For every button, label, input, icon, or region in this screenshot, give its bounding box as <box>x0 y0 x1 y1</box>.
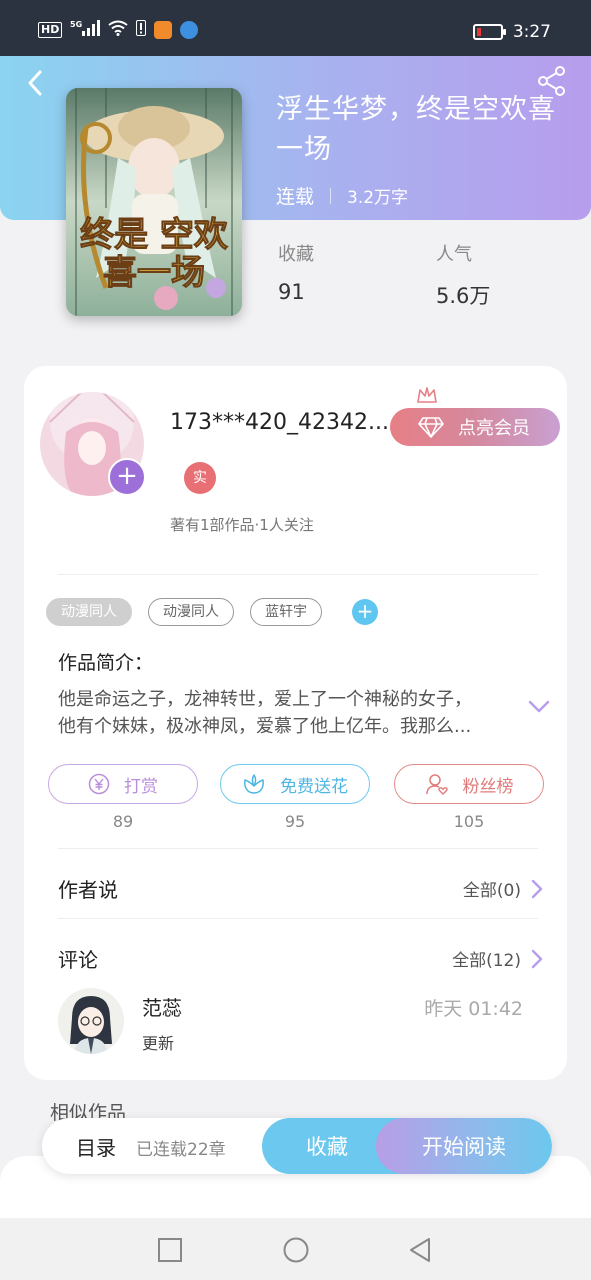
tag-item[interactable]: 动漫同人 <box>46 598 132 626</box>
reward-label: 打赏 <box>124 776 158 797</box>
home-icon[interactable] <box>282 1236 310 1264</box>
status-time: 3:27 <box>512 22 551 42</box>
favorite-label: 收藏 <box>306 1135 348 1159</box>
start-reading-button[interactable]: 开始阅读 <box>376 1118 552 1174</box>
status-left: HD 5G <box>38 20 199 39</box>
status-bar: HD 5G 3:27 <box>0 0 591 56</box>
vip-button[interactable]: 点亮会员 <box>390 408 560 446</box>
tag-list: 动漫同人 动漫同人 蓝轩宇 + <box>46 598 378 626</box>
bottom-action-bar: 目录 已连载22章 收藏 开始阅读 <box>42 1118 552 1174</box>
divider <box>58 574 538 575</box>
stat-favorites: 收藏 91 <box>278 240 314 304</box>
author-says-all: 全部(0) <box>462 881 521 901</box>
chevron-right-icon <box>531 879 543 898</box>
fan-count: 105 <box>453 812 485 831</box>
flower-label: 免费送花 <box>280 776 348 797</box>
vip-label: 点亮会员 <box>458 418 530 439</box>
app-icon-2 <box>180 20 199 39</box>
follow-author-button[interactable]: + <box>108 458 146 496</box>
chapter-count: 已连载22章 <box>136 1140 226 1160</box>
app-icon <box>154 20 173 39</box>
fan-label: 粉丝榜 <box>462 776 514 797</box>
intro-line: 他有个妹妹，极冰神凤，爱慕了他上亿年。我那么... <box>58 716 472 737</box>
wifi-icon <box>108 20 128 39</box>
intro-text: 他是命运之子，龙神转世，爱上了一个神秘的女子， 他有个妹妹，极冰神凤，爱慕了他上… <box>58 686 508 740</box>
commenter-illustration <box>58 988 124 1054</box>
reward-count: 89 <box>112 812 134 831</box>
diamond-icon <box>418 417 444 438</box>
author-says-title: 作者说 <box>58 878 118 902</box>
verified-badge: 实 <box>184 462 216 494</box>
commenter-name[interactable]: 范蕊 <box>142 992 182 1021</box>
intro-line: 他是命运之子，龙神转世，爱上了一个神秘的女子， <box>58 689 472 710</box>
recents-icon[interactable] <box>156 1236 184 1264</box>
author-says-more[interactable]: 全部(0) <box>463 876 543 901</box>
fan-ranking-button[interactable]: 粉丝榜 <box>394 764 544 804</box>
stat-value: 91 <box>278 280 305 304</box>
signal-icon: 5G <box>70 20 101 39</box>
fan-icon <box>425 774 448 795</box>
send-flower-button[interactable]: 免费送花 <box>220 764 370 804</box>
author-stats: 著有1部作品·1人关注 <box>170 516 314 534</box>
divider <box>58 848 538 849</box>
comment-text: 更新 <box>142 1034 175 1053</box>
book-meta: 连载 3.2万字 <box>276 182 408 209</box>
stat-label: 人气 <box>436 244 472 265</box>
detail-card: + 173***420_42342... 点亮会员 实 著有1部作品·1人关注 … <box>24 366 567 1080</box>
intro-title: 作品简介： <box>58 652 154 674</box>
alert-icon <box>136 20 147 39</box>
meta-divider <box>330 187 332 204</box>
stat-value: 5.6万 <box>436 284 491 308</box>
book-cover[interactable]: 终是 空欢喜一场 <box>66 88 242 316</box>
cover-title: 终是 空欢喜一场 <box>80 215 229 293</box>
crown-icon <box>417 387 437 403</box>
back-button[interactable] <box>22 68 52 98</box>
system-nav-bar <box>0 1218 591 1280</box>
stat-label: 收藏 <box>278 244 314 265</box>
chevron-down-icon[interactable] <box>528 698 550 714</box>
battery-icon <box>472 24 506 40</box>
comments-all: 全部(12) <box>452 951 521 971</box>
yen-icon <box>88 773 110 795</box>
divider <box>58 918 538 919</box>
flower-count: 95 <box>284 812 306 831</box>
comments-more[interactable]: 全部(12) <box>452 946 543 971</box>
book-status: 连载 <box>276 186 315 208</box>
status-right: 3:27 <box>472 22 551 42</box>
comment-time: 昨天 01:42 <box>424 998 523 1020</box>
start-reading-label: 开始阅读 <box>422 1135 506 1159</box>
reward-button[interactable]: 打赏 <box>48 764 198 804</box>
back-nav-icon[interactable] <box>406 1236 434 1264</box>
tag-item[interactable]: 蓝轩宇 <box>250 598 322 626</box>
back-icon <box>28 70 42 96</box>
tag-item[interactable]: 动漫同人 <box>148 598 234 626</box>
flower-icon <box>244 774 264 794</box>
comments-title: 评论 <box>58 948 98 972</box>
hd-icon: HD <box>38 21 63 38</box>
add-tag-button[interactable]: + <box>352 599 378 625</box>
chevron-right-icon <box>531 949 543 968</box>
author-name[interactable]: 173***420_42342... <box>170 410 392 435</box>
book-title: 浮生华梦，终是空欢喜一场 <box>276 94 556 165</box>
commenter-avatar[interactable] <box>58 988 124 1054</box>
toc-button[interactable]: 目录 <box>76 1132 116 1161</box>
book-word-count: 3.2万字 <box>347 188 409 208</box>
stat-popularity: 人气 5.6万 <box>436 240 490 310</box>
svg-text:5G: 5G <box>70 20 82 29</box>
